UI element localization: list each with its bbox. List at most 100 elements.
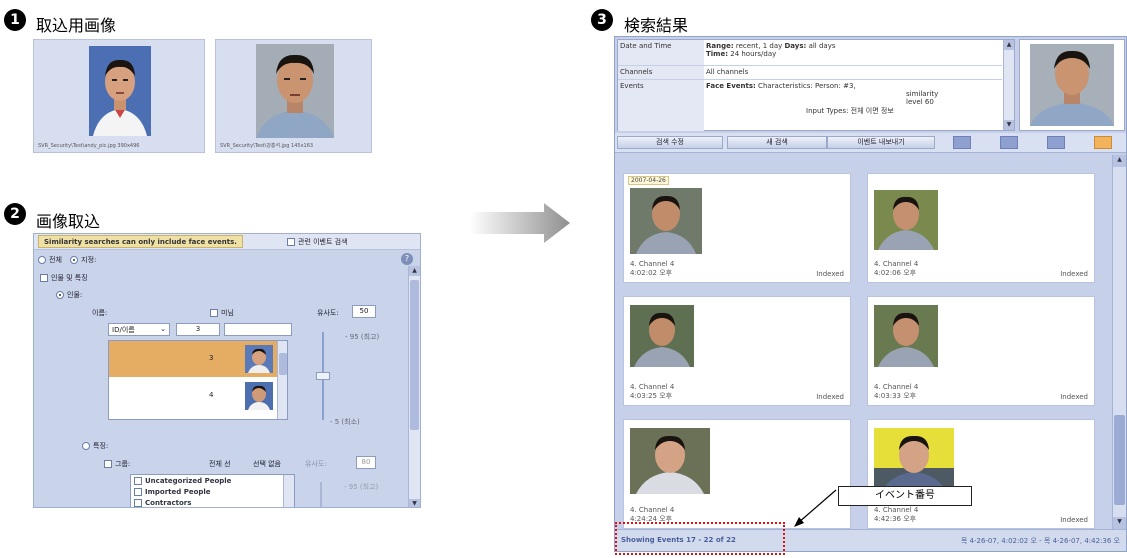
criteria-value: All channels — [704, 66, 1002, 80]
scroll-down-icon[interactable]: ▼ — [409, 499, 420, 507]
criteria-label: Events — [618, 80, 704, 132]
id-name-select[interactable]: ID/이름 ⌄ — [108, 323, 170, 336]
search-text-input[interactable] — [224, 323, 292, 336]
scope-all-label: 전체 — [49, 256, 62, 264]
search-results-panel: Date and Time Range: recent, 1 day Days:… — [614, 36, 1127, 552]
list-item-selected[interactable]: 3 — [109, 341, 277, 377]
panel-header: Similarity searches can only include fac… — [34, 234, 420, 250]
source-image-1[interactable]: SVR_Security\Test\andy_pic.jpg 390x496 — [33, 39, 205, 153]
event-photo — [874, 190, 938, 250]
source-image-2[interactable]: SVR_Security\Test\강홍석.jpg 145x163 — [215, 39, 372, 153]
index-status: Indexed — [1060, 270, 1088, 278]
radio-all[interactable] — [38, 256, 46, 264]
similarity2-input[interactable]: 80 — [356, 456, 376, 469]
none-label: 미님 — [221, 309, 234, 317]
similarity-input[interactable]: 50 — [352, 305, 376, 318]
features-label: 특징: — [93, 442, 109, 450]
scroll-up-icon[interactable]: ▲ — [1113, 155, 1126, 167]
results-scrollbar[interactable]: ▲ ▼ — [1112, 155, 1126, 529]
group-item-label: Contractors — [145, 499, 192, 507]
group-list-scrollbar[interactable] — [283, 475, 294, 507]
scroll-up-icon[interactable]: ▲ — [1004, 40, 1014, 50]
event-info: 4. Channel 4 4:02:06 오후 — [874, 260, 919, 277]
checkbox-icon — [134, 488, 142, 496]
step-1-badge: 1 — [4, 9, 26, 31]
name-label: 이름: — [92, 309, 108, 317]
select-none-link[interactable]: 선택 없음 — [253, 459, 281, 469]
checkbox-icon — [40, 274, 48, 282]
result-card[interactable]: 2007-04-26 4. Channel 4 4:02:02 오후 Indexe… — [623, 173, 851, 283]
chevron-down-icon: ⌄ — [160, 325, 166, 333]
group-item[interactable]: Contractors — [134, 499, 191, 507]
view-grid-icon[interactable] — [1094, 136, 1112, 149]
similarity-search-panel: Similarity searches can only include fac… — [33, 233, 421, 508]
list-scrollbar[interactable] — [277, 341, 287, 419]
group-item[interactable]: Uncategorized People — [134, 477, 231, 485]
scroll-thumb[interactable] — [279, 353, 287, 375]
group-label: 그룹: — [115, 460, 131, 468]
group-checkbox[interactable]: 그룹: — [104, 459, 130, 469]
view-large-icon[interactable] — [953, 136, 971, 149]
scroll-down-icon[interactable]: ▼ — [1004, 120, 1014, 130]
view-small-icon[interactable] — [1047, 136, 1065, 149]
scroll-thumb[interactable] — [410, 280, 419, 430]
checkbox-icon — [287, 238, 295, 246]
results-grid: 2007-04-26 4. Channel 4 4:02:02 오후 Indexe… — [615, 155, 1112, 529]
select-all-link[interactable]: 전체 선 — [209, 459, 231, 469]
scroll-up-icon[interactable]: ▲ — [409, 266, 420, 276]
similarity2-slider-track[interactable] — [320, 482, 322, 507]
max2-label: - 95 (최고) — [344, 483, 379, 491]
step-2-title: 画像取込 — [36, 212, 101, 231]
result-card[interactable]: 4. Channel 4 4:02:06 오후 Indexed — [867, 173, 1095, 283]
help-icon[interactable]: ? — [401, 253, 413, 265]
export-events-button[interactable]: 이벤트 내보내기 — [827, 136, 935, 149]
similarity-slider-handle[interactable] — [316, 372, 330, 380]
list-item-photo — [245, 345, 273, 373]
modify-search-button[interactable]: 검색 수정 — [617, 136, 723, 149]
date-range-text: 목 4-26-07, 4:02:02 오 - 목 4-26-07, 4:42:3… — [960, 537, 1120, 545]
person-option[interactable]: 인물: — [56, 290, 82, 300]
new-search-button[interactable]: 새 검색 — [727, 136, 827, 149]
related-search-checkbox[interactable]: 관련 이벤트 검색 — [287, 237, 348, 247]
index-status: Indexed — [816, 393, 844, 401]
date-tag: 2007-04-26 — [628, 176, 669, 185]
step-2-badge: 2 — [4, 203, 26, 225]
result-card[interactable]: 4. Channel 4 4:03:25 오후 Indexed — [623, 296, 851, 406]
id-input[interactable]: 3 — [176, 323, 220, 336]
callout-arrow-icon — [794, 489, 837, 527]
person-features-option[interactable]: 인물 및 특징 — [40, 273, 88, 283]
similarity2-label: 유사도: — [305, 460, 327, 468]
criteria-value: Range: recent, 1 day Days: all days Time:… — [704, 40, 1002, 66]
index-status: Indexed — [1060, 516, 1088, 524]
event-info: 4. Channel 4 4:03:25 오후 — [630, 383, 675, 400]
radio-icon — [82, 442, 90, 450]
group-item[interactable]: Imported People — [134, 488, 211, 496]
scroll-thumb[interactable] — [1114, 415, 1125, 505]
radio-specify[interactable] — [70, 256, 79, 264]
criteria-label: Channels — [618, 66, 704, 80]
step-3-title: 検索結果 — [624, 16, 689, 35]
scroll-down-icon[interactable]: ▼ — [1113, 517, 1126, 529]
related-search-label: 관련 이벤트 검색 — [298, 238, 348, 246]
event-photo — [874, 428, 954, 494]
list-item[interactable]: 4 — [109, 378, 277, 414]
event-info: 4. Channel 4 4:42:36 오후 — [874, 506, 919, 523]
image-caption: SVR_Security\Test\andy_pic.jpg 390x496 — [38, 143, 140, 149]
index-status: Indexed — [1060, 393, 1088, 401]
person-list: 3 4 — [108, 340, 288, 420]
checkbox-icon — [210, 309, 218, 317]
list-item-photo — [245, 382, 273, 410]
checkbox-icon — [134, 477, 142, 485]
list-item-id: 3 — [209, 354, 214, 362]
features-option[interactable]: 특징: — [82, 441, 108, 451]
event-photo — [874, 305, 938, 367]
result-card[interactable]: 4. Channel 4 4:42:36 오후 Indexed — [867, 419, 1095, 529]
view-medium-icon[interactable] — [1000, 136, 1018, 149]
criteria-scrollbar[interactable]: ▲ ▼ — [1003, 40, 1014, 130]
step-1-title: 取込用画像 — [36, 16, 117, 35]
result-card[interactable]: 4. Channel 4 4:03:33 오후 Indexed — [867, 296, 1095, 406]
none-checkbox[interactable]: 미님 — [210, 308, 234, 318]
scope-options: 전체 지정: — [38, 255, 96, 265]
panel-scrollbar[interactable]: ▲ ▼ — [408, 266, 420, 507]
checkbox-icon — [134, 499, 142, 507]
